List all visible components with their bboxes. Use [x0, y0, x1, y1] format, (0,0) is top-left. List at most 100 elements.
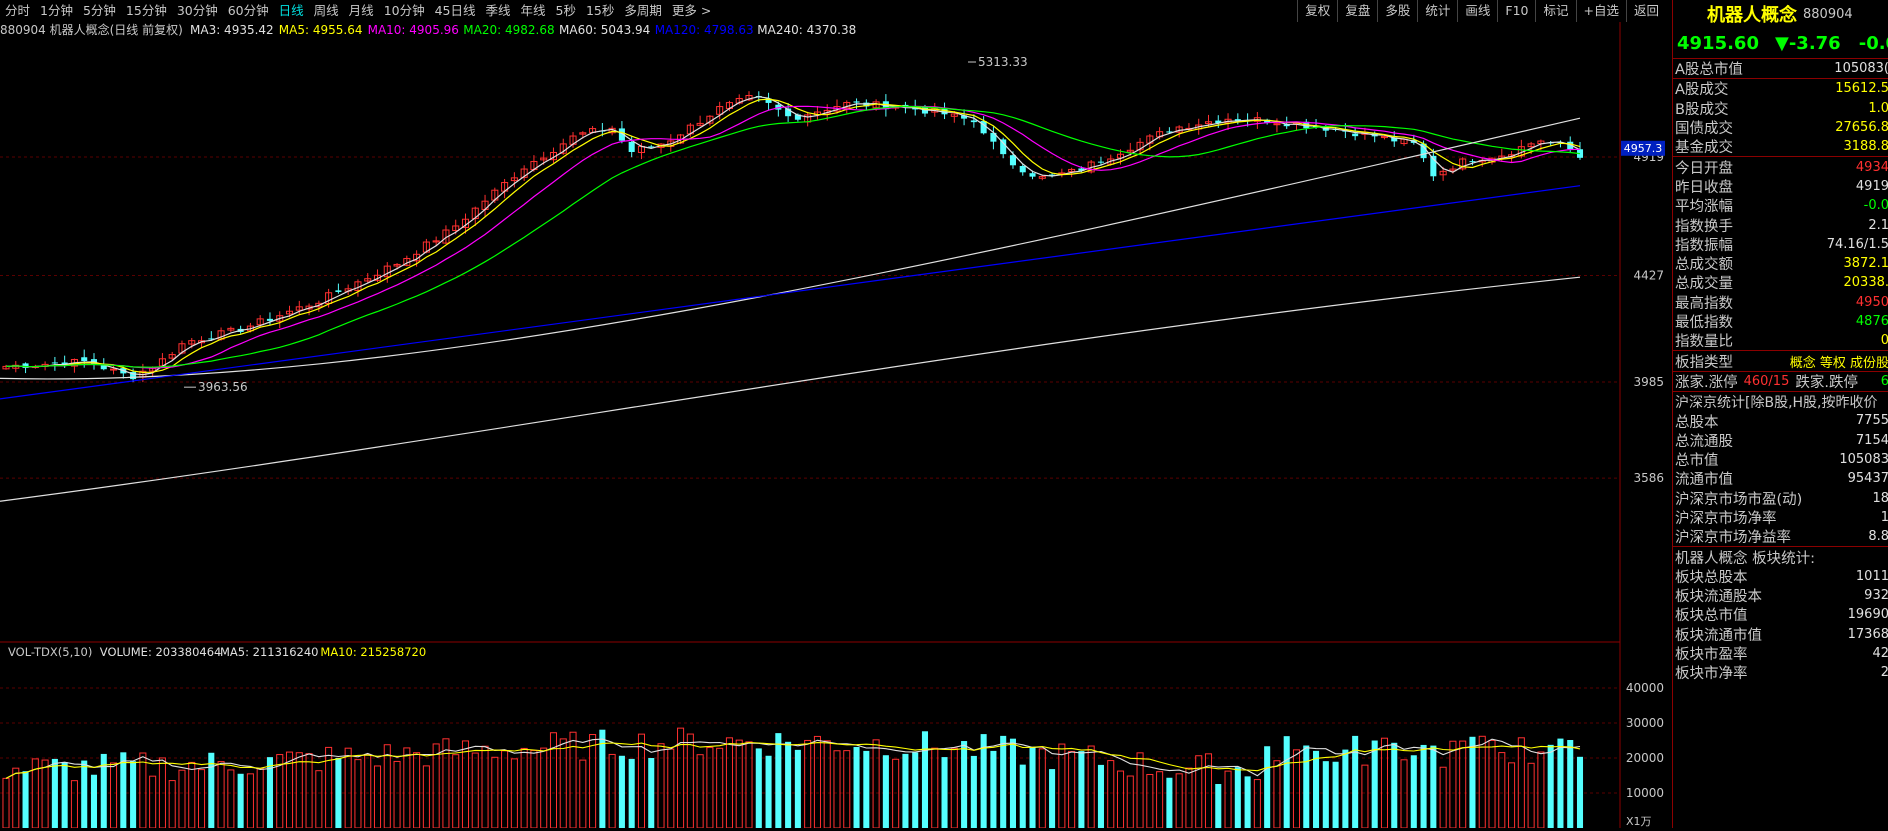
- period-tab[interactable]: 15秒: [581, 0, 619, 22]
- vol-label: MA10: 215258720: [320, 645, 426, 659]
- down-value: 6: [1881, 374, 1888, 389]
- period-tab[interactable]: 5秒: [551, 0, 581, 22]
- vol-title: VOL-TDX(5,10): [8, 645, 92, 659]
- toolbar-button[interactable]: 画线: [1457, 0, 1497, 22]
- vol-bar-down: [1577, 757, 1583, 828]
- vol-bar-down: [62, 762, 68, 828]
- row-value: 2: [1881, 665, 1888, 680]
- toolbar-button[interactable]: 多股: [1377, 0, 1417, 22]
- price-tick: 3586: [1633, 471, 1664, 485]
- period-tab[interactable]: 季线: [481, 0, 516, 22]
- toolbar-button[interactable]: 标记: [1535, 0, 1575, 22]
- vol-bar-down: [775, 733, 781, 828]
- price-tick: 4427: [1633, 269, 1664, 283]
- ma-label: MA60: 5043.94: [559, 23, 650, 37]
- panel-row: 板块市盈率42: [1673, 644, 1888, 663]
- row-value: 2.1: [1868, 218, 1888, 233]
- vol-bar-down: [971, 756, 977, 828]
- row-value: 1.0: [1868, 101, 1888, 116]
- vol-bar-down: [1567, 740, 1573, 828]
- panel-title: 机器人概念 880904: [1673, 0, 1888, 28]
- ma-label: MA3: 4935.42: [190, 23, 274, 37]
- toolbar-button[interactable]: F10: [1497, 0, 1535, 22]
- toolbar-button[interactable]: +自选: [1576, 0, 1626, 22]
- vol-label: MA5: 211316240: [220, 645, 319, 659]
- row-value: 74.16/1.5: [1827, 237, 1888, 252]
- period-tab[interactable]: 年线: [516, 0, 551, 22]
- market-stats-section: 总股本7755总流通股7154总市值105083流通市值95437沪深京市场市盈…: [1673, 411, 1888, 546]
- row-label: A股成交: [1675, 78, 1728, 99]
- row-value: 0: [1881, 333, 1888, 348]
- quote-panel: 机器人概念 880904 4915.60 ▼-3.76 -0.08 A股总市值1…: [1672, 0, 1888, 828]
- row-value: 7755: [1856, 413, 1888, 428]
- candle-down: [1098, 162, 1104, 163]
- vol-bar-down: [1333, 762, 1339, 828]
- row-value: 7154: [1856, 433, 1888, 448]
- period-tab[interactable]: 45日线: [430, 0, 481, 22]
- period-tab[interactable]: 60分钟: [223, 0, 274, 22]
- period-tab[interactable]: 多周期: [619, 0, 667, 22]
- period-tab[interactable]: 30分钟: [172, 0, 223, 22]
- row-label: 总成交额: [1675, 253, 1733, 274]
- period-tab[interactable]: 周线: [309, 0, 344, 22]
- period-tab[interactable]: 更多 >: [667, 0, 716, 22]
- period-tab[interactable]: 5分钟: [78, 0, 121, 22]
- vol-bar-down: [1430, 746, 1436, 828]
- vol-bar-down: [599, 730, 605, 828]
- vol-bar-down: [1049, 769, 1055, 828]
- row-value: 15612.5: [1835, 81, 1888, 96]
- period-tab[interactable]: 10分钟: [379, 0, 430, 22]
- row-value: 95437: [1848, 471, 1888, 486]
- ma-label: MA120: 4798.63: [655, 23, 754, 37]
- row-value: 4919: [1856, 179, 1888, 194]
- toolbar-button[interactable]: 复权: [1297, 0, 1337, 22]
- vol-bar-down: [785, 742, 791, 828]
- kline-chart[interactable]: 880904 机器人概念(日线 前复权) MA3: 4935.42MA5: 49…: [0, 22, 1670, 828]
- vol-bar-down: [990, 751, 996, 828]
- vol-bar-down: [961, 741, 967, 828]
- vol-bar-down: [1098, 765, 1104, 828]
- panel-row: 板块流通股本932: [1673, 586, 1888, 605]
- vol-label: VOLUME: 203380464: [100, 645, 222, 659]
- row-value: 3872.1: [1844, 256, 1888, 271]
- row-value: 3188.8: [1844, 139, 1888, 154]
- vol-bar-down: [942, 757, 948, 828]
- vol-bar-down: [91, 775, 97, 828]
- row-label: A股总市值: [1675, 58, 1743, 79]
- period-tab[interactable]: 15分钟: [121, 0, 172, 22]
- index-name: 机器人概念: [1707, 1, 1797, 27]
- row-label: 基金成交: [1675, 136, 1733, 157]
- toolbar-button[interactable]: 统计: [1417, 0, 1457, 22]
- period-tab[interactable]: 1分钟: [35, 0, 78, 22]
- panel-row: 国债成交27656.8: [1673, 118, 1888, 137]
- candle-down: [267, 319, 273, 321]
- period-tab[interactable]: 月线: [344, 0, 379, 22]
- vol-tick: 30000: [1626, 716, 1664, 730]
- vol-bar-down: [238, 774, 244, 828]
- vol-bar-down: [1000, 736, 1006, 828]
- candle-down: [1020, 166, 1026, 172]
- row-value: 18: [1872, 491, 1888, 506]
- vol-bar-down: [1235, 767, 1241, 828]
- board-stats-section: 板块总股本1011板块流通股本932板块总市值19690板块流通市值17368板…: [1673, 567, 1888, 683]
- period-tab[interactable]: 分时: [0, 0, 35, 22]
- period-tab[interactable]: 日线: [274, 0, 309, 22]
- toolbar-button[interactable]: 返回: [1626, 0, 1666, 22]
- panel-row: 沪深京市场市盈(动)18: [1673, 489, 1888, 508]
- panel-row: 沪深京市场净益率8.8: [1673, 527, 1888, 546]
- vol-bar-down: [1391, 743, 1397, 828]
- toolbar-button[interactable]: 复盘: [1337, 0, 1377, 22]
- panel-row: 今日开盘4934: [1673, 157, 1888, 176]
- panel-row: 总流通股 7154: [1673, 431, 1888, 450]
- last-price: 4915.60: [1677, 33, 1759, 54]
- kline-chart-area[interactable]: 880904 机器人概念(日线 前复权) MA3: 4935.42MA5: 49…: [0, 22, 1670, 828]
- current-price-value: 4957.3: [1624, 142, 1663, 155]
- panel-row: 总成交量20338.: [1673, 273, 1888, 292]
- turnover-section: A股成交15612.5B股成交1.0国债成交27656.8基金成交3188.8: [1673, 78, 1888, 156]
- vol-bar-down: [1010, 739, 1016, 828]
- vol-bar-down: [619, 756, 625, 828]
- row-label: 总流通股: [1675, 430, 1733, 451]
- row-value: 105083: [1839, 452, 1888, 467]
- vol-bar-down: [52, 759, 58, 828]
- vol-bar-down: [756, 748, 762, 828]
